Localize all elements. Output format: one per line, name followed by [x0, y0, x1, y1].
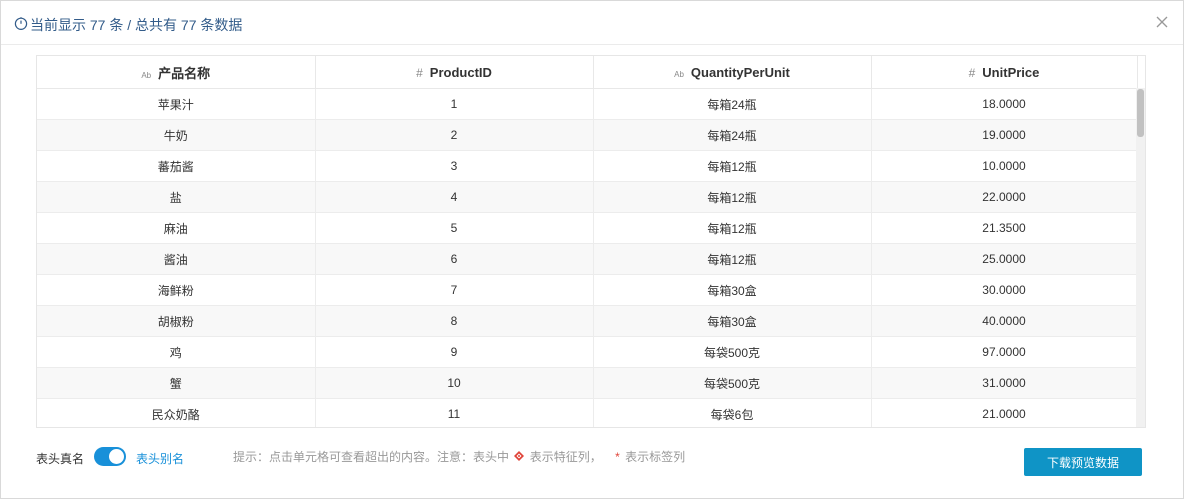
- hint-prefix: 提示：点击单元格可查看超出的内容。注意：表头中: [233, 450, 510, 464]
- column-header-unit-price[interactable]: # UnitPrice: [871, 56, 1138, 89]
- text-type-icon: Ab: [674, 69, 684, 79]
- table-row: 海鲜粉 7 每箱30盒 30.0000: [37, 274, 1138, 306]
- column-header-label: UnitPrice: [982, 64, 1040, 80]
- header-alias-label: 表头别名: [136, 452, 185, 466]
- header-real-name-label: 表头真名: [36, 452, 85, 466]
- table-row: 鸡 9 每袋500克 97.0000: [37, 336, 1138, 368]
- label-column-star: *: [615, 450, 620, 464]
- data-table: Ab 产品名称 # ProductID Ab QuantityPerUnit # Uni…: [37, 56, 1138, 427]
- table-cell[interactable]: 每箱30盒: [593, 305, 872, 337]
- table-row: 麻油 5 每箱12瓶 21.3500: [37, 212, 1138, 244]
- table-cell[interactable]: 10: [315, 367, 594, 399]
- table-cell[interactable]: 8: [315, 305, 594, 337]
- table-cell[interactable]: 19.0000: [871, 119, 1138, 151]
- table-row: 蟹 10 每袋500克 31.0000: [37, 367, 1138, 399]
- column-header-product-name[interactable]: Ab 产品名称: [37, 56, 316, 89]
- table-cell[interactable]: 18.0000: [871, 88, 1138, 120]
- table-cell[interactable]: 每箱12瓶: [593, 181, 872, 213]
- table-cell[interactable]: 每袋500克: [593, 336, 872, 368]
- dialog-title: 当前显示 77 条 / 总共有 77 条数据: [30, 17, 243, 33]
- hint-star-suffix: 表示标签列: [625, 450, 686, 464]
- table-cell[interactable]: 11: [315, 398, 594, 427]
- table-cell[interactable]: 每箱24瓶: [593, 119, 872, 151]
- vertical-scrollbar[interactable]: [1136, 88, 1145, 427]
- table-cell[interactable]: 7: [315, 274, 594, 306]
- table-cell[interactable]: 40.0000: [871, 305, 1138, 337]
- table-cell[interactable]: 22.0000: [871, 181, 1138, 213]
- table-cell[interactable]: 鸡: [37, 336, 316, 368]
- table-cell[interactable]: 21.3500: [871, 212, 1138, 244]
- header-name-toggle[interactable]: [94, 447, 126, 466]
- table-cell[interactable]: 民众奶酪: [37, 398, 316, 427]
- table-cell[interactable]: 每箱30盒: [593, 274, 872, 306]
- table-cell[interactable]: 酱油: [37, 243, 316, 275]
- table-cell[interactable]: 2: [315, 119, 594, 151]
- table-cell[interactable]: 海鲜粉: [37, 274, 316, 306]
- table-row: 牛奶 2 每箱24瓶 19.0000: [37, 119, 1138, 151]
- table-cell[interactable]: 每箱12瓶: [593, 212, 872, 244]
- number-type-icon: #: [968, 65, 976, 80]
- table-cell[interactable]: 蕃茄酱: [37, 150, 316, 182]
- table-cell[interactable]: 21.0000: [871, 398, 1138, 427]
- column-header-product-id[interactable]: # ProductID: [315, 56, 594, 89]
- toggle-knob: [109, 449, 124, 464]
- table-cell[interactable]: 盐: [37, 181, 316, 213]
- table-cell[interactable]: 每箱12瓶: [593, 150, 872, 182]
- close-icon[interactable]: [1155, 15, 1169, 29]
- table-cell[interactable]: 麻油: [37, 212, 316, 244]
- table-cell[interactable]: 苹果汁: [37, 88, 316, 120]
- table-cell[interactable]: 30.0000: [871, 274, 1138, 306]
- table-cell[interactable]: 胡椒粉: [37, 305, 316, 337]
- hint-feature-suffix: 表示特征列，: [529, 450, 602, 464]
- table-cell[interactable]: 9: [315, 336, 594, 368]
- column-header-label: QuantityPerUnit: [690, 64, 790, 80]
- column-header-label: 产品名称: [158, 65, 211, 81]
- data-table-container: Ab 产品名称 # ProductID Ab QuantityPerUnit # Uni…: [36, 55, 1146, 428]
- table-cell[interactable]: 10.0000: [871, 150, 1138, 182]
- table-cell[interactable]: 25.0000: [871, 243, 1138, 275]
- table-cell[interactable]: 每箱12瓶: [593, 243, 872, 275]
- table-cell[interactable]: 蟹: [37, 367, 316, 399]
- table-cell[interactable]: 97.0000: [871, 336, 1138, 368]
- column-header-quantity-per-unit[interactable]: Ab QuantityPerUnit: [593, 56, 872, 89]
- table-cell[interactable]: 每箱24瓶: [593, 88, 872, 120]
- table-cell[interactable]: 6: [315, 243, 594, 275]
- feature-column-icon: [514, 451, 525, 461]
- download-preview-button[interactable]: 下载预览数据: [1024, 448, 1142, 476]
- stopwatch-icon: [14, 17, 28, 30]
- hint-text: 提示：点击单元格可查看超出的内容。注意：表头中 表示特征列， * 表示标签列: [233, 448, 685, 465]
- scrollbar-thumb[interactable]: [1137, 89, 1144, 137]
- number-type-icon: #: [416, 65, 423, 80]
- table-cell[interactable]: 每袋6包: [593, 398, 872, 427]
- table-row: 苹果汁 1 每箱24瓶 18.0000: [37, 88, 1138, 120]
- table-row: 胡椒粉 8 每箱30盒 40.0000: [37, 305, 1138, 337]
- table-row: 民众奶酪 11 每袋6包 21.0000: [37, 398, 1138, 427]
- table-cell[interactable]: 4: [315, 181, 594, 213]
- table-cell[interactable]: 31.0000: [871, 367, 1138, 399]
- table-row: 盐 4 每箱12瓶 22.0000: [37, 181, 1138, 213]
- table-cell[interactable]: 每袋500克: [593, 367, 872, 399]
- column-header-label: ProductID: [429, 64, 492, 80]
- table-cell[interactable]: 牛奶: [37, 119, 316, 151]
- table-row: 蕃茄酱 3 每箱12瓶 10.0000: [37, 150, 1138, 182]
- table-cell[interactable]: 1: [315, 88, 594, 120]
- preview-dialog: 当前显示 77 条 / 总共有 77 条数据 Ab 产品名称 # ProductID…: [0, 0, 1184, 499]
- table-header-row: Ab 产品名称 # ProductID Ab QuantityPerUnit # Uni…: [37, 56, 1138, 89]
- table-cell[interactable]: 3: [315, 150, 594, 182]
- text-type-icon: Ab: [141, 70, 152, 80]
- dialog-header: 当前显示 77 条 / 总共有 77 条数据: [1, 1, 1183, 45]
- table-row: 酱油 6 每箱12瓶 25.0000: [37, 243, 1138, 275]
- table-cell[interactable]: 5: [315, 212, 594, 244]
